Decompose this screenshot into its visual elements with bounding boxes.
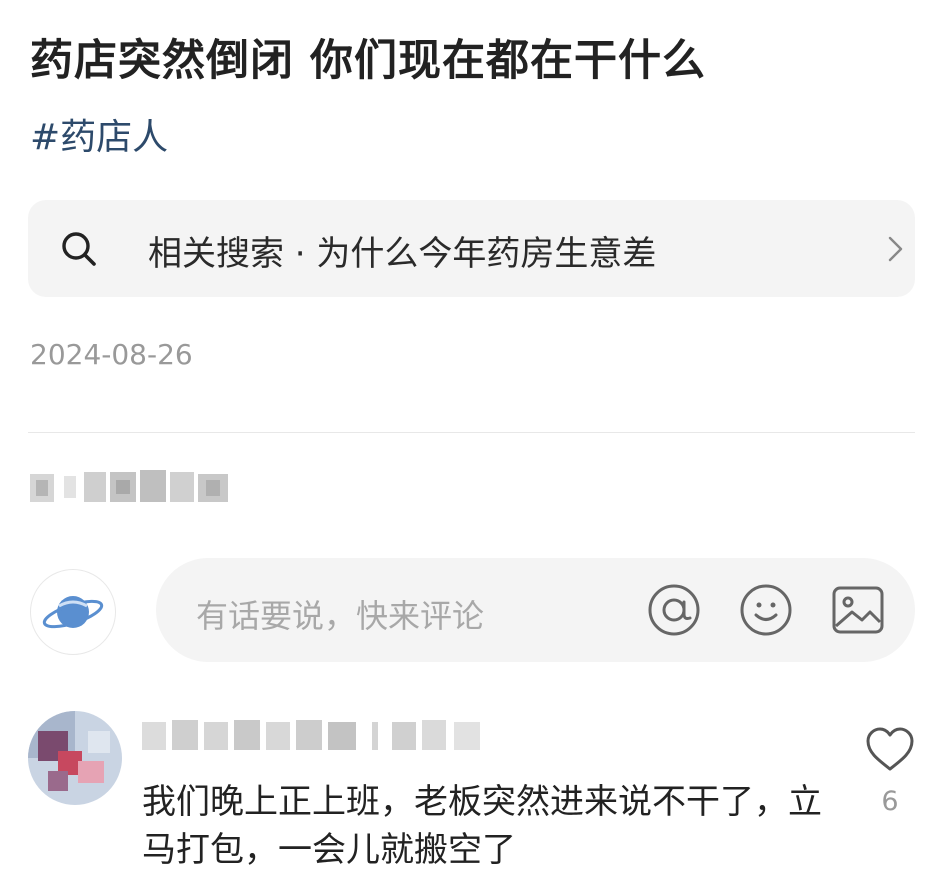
avatar[interactable] (28, 711, 122, 805)
comment-username-blurred (142, 720, 480, 750)
post-title: 药店突然倒闭 你们现在都在干什么 (30, 36, 706, 86)
image-icon[interactable] (830, 582, 886, 638)
divider (28, 432, 915, 433)
heart-icon[interactable] (865, 727, 915, 773)
comment-text: 我们晚上正上班，老板突然进来说不干了，立马打包，一会儿就搬空了 (142, 782, 822, 870)
hashtag-link[interactable]: #药店人 (30, 108, 168, 160)
chevron-right-icon (888, 236, 903, 262)
related-search-label: 相关搜索 · 为什么今年药房生意差 (148, 234, 657, 274)
search-icon (62, 232, 96, 266)
comment-input-placeholder: 有话要说，快来评论 (196, 597, 485, 635)
comment-input[interactable]: 有话要说，快来评论 (156, 558, 915, 662)
emoji-icon[interactable] (738, 582, 794, 638)
at-icon[interactable] (646, 582, 702, 638)
like-count: 6 (881, 786, 899, 817)
avatar[interactable] (30, 569, 116, 655)
comment-count-blurred (30, 470, 228, 502)
post-date: 2024-08-26 (30, 338, 193, 371)
related-search-bar[interactable]: 相关搜索 · 为什么今年药房生意差 (28, 200, 915, 297)
